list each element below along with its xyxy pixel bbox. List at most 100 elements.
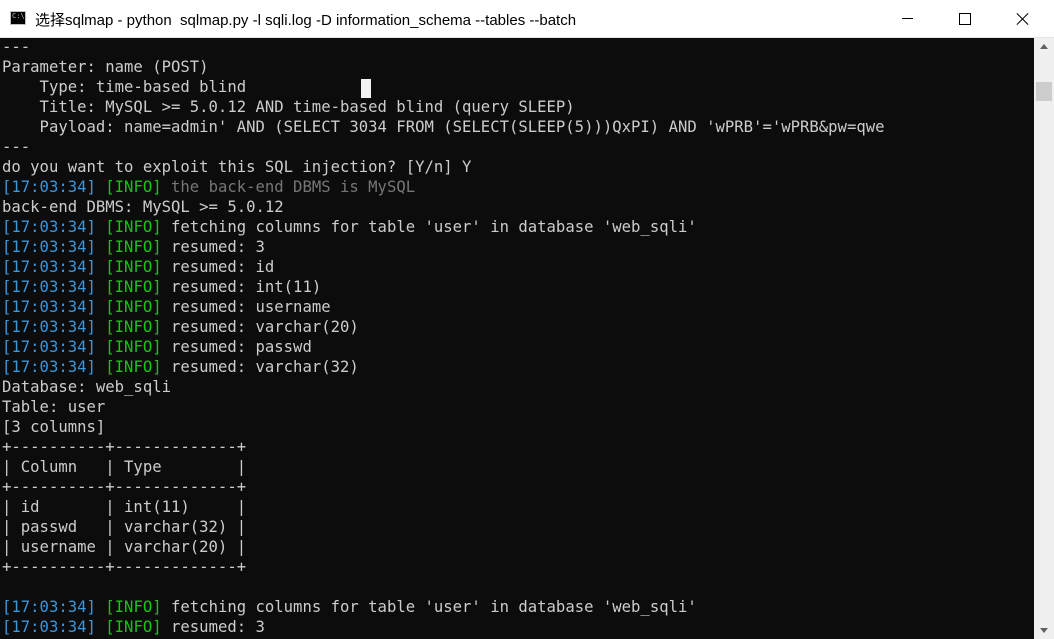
console-text: the back-end DBMS is MySQL (161, 178, 416, 196)
minimize-button[interactable] (879, 0, 936, 38)
console-icon-label: C:\. (12, 12, 29, 20)
log-level-tag: [INFO] (105, 318, 162, 336)
log-timestamp: [17:03:34] (2, 338, 96, 356)
console-line: Database: web_sqli (2, 377, 171, 397)
scrollbar-thumb[interactable] (1036, 82, 1052, 101)
log-timestamp: [17:03:34] (2, 178, 96, 196)
console-line: Title: MySQL >= 5.0.12 AND time-based bl… (2, 97, 575, 117)
title-bar[interactable]: C:\. 选择sqlmap - python sqlmap.py -l sqli… (0, 0, 1054, 38)
console-text: | id | int(11) | (2, 498, 247, 516)
console-text: resumed: varchar(20) (161, 318, 359, 336)
log-level-tag: [INFO] (105, 278, 162, 296)
console-text: resumed: 3 (161, 238, 265, 256)
console-text: +----------+-------------+ (2, 558, 247, 576)
console-line: +----------+-------------+ (2, 437, 246, 457)
arrow-down-icon (1040, 628, 1048, 633)
console-text: | username | varchar(20) | (2, 538, 247, 556)
console-text: | passwd | varchar(32) | (2, 518, 247, 536)
console-text: resumed: username (161, 298, 331, 316)
console-line: [17:03:34] [INFO] resumed: passwd (2, 337, 312, 357)
console-line: --- (2, 38, 30, 57)
log-level-tag: [INFO] (105, 178, 162, 196)
console-line: +----------+-------------+ (2, 557, 246, 577)
console-text: [3 columns] (2, 418, 106, 436)
log-timestamp: [17:03:34] (2, 278, 96, 296)
console-line: [17:03:34] [INFO] the back-end DBMS is M… (2, 177, 415, 197)
text-cursor (361, 79, 371, 98)
console-text: +----------+-------------+ (2, 438, 247, 456)
console-text: resumed: passwd (161, 338, 312, 356)
vertical-scrollbar[interactable] (1034, 38, 1054, 639)
log-level-tag: [INFO] (105, 358, 162, 376)
console-text: Type: time-based blind (2, 78, 247, 96)
minimize-icon (902, 18, 913, 19)
console-line: [17:03:34] [INFO] resumed: int(11) (2, 277, 321, 297)
console-icon[interactable]: C:\. (10, 11, 29, 25)
console-line: | passwd | varchar(32) | (2, 517, 246, 537)
console-line: [17:03:34] [INFO] resumed: username (2, 297, 331, 317)
console-line: +----------+-------------+ (2, 477, 246, 497)
log-level-tag: [INFO] (105, 298, 162, 316)
console-text: fetching columns for table 'user' in dat… (161, 598, 697, 616)
log-timestamp: [17:03:34] (2, 358, 96, 376)
console-text: +----------+-------------+ (2, 478, 247, 496)
console-text: resumed: varchar(32) (161, 358, 359, 376)
log-timestamp: [17:03:34] (2, 258, 96, 276)
log-level-tag: [INFO] (105, 218, 162, 236)
log-timestamp: [17:03:34] (2, 218, 96, 236)
console-line: [3 columns] (2, 417, 105, 437)
console-text: --- (2, 138, 31, 156)
console-text: Table: user (2, 398, 106, 416)
console-text: Payload: name=admin' AND (SELECT 3034 FR… (2, 118, 885, 136)
console-text: back-end DBMS: MySQL >= 5.0.12 (2, 198, 284, 216)
console-line: Payload: name=admin' AND (SELECT 3034 FR… (2, 117, 885, 137)
console-line: back-end DBMS: MySQL >= 5.0.12 (2, 197, 284, 217)
window-title: 选择sqlmap - python sqlmap.py -l sqli.log … (35, 12, 577, 29)
console-line: [17:03:34] [INFO] fetching columns for t… (2, 217, 697, 237)
maximize-button[interactable] (936, 0, 993, 38)
scroll-up-button[interactable] (1034, 38, 1054, 55)
close-icon (1016, 12, 1030, 26)
console-line: [17:03:34] [INFO] resumed: varchar(20) (2, 317, 359, 337)
console-text: | Column | Type | (2, 458, 247, 476)
console-output[interactable]: --- Parameter: name (POST) Type: time-bas… (0, 38, 1034, 639)
log-level-tag: [INFO] (105, 258, 162, 276)
log-level-tag: [INFO] (105, 598, 162, 616)
console-line: | Column | Type | (2, 457, 246, 477)
maximize-icon (959, 13, 971, 25)
console-line: Parameter: name (POST) (2, 57, 209, 77)
console-line: [17:03:34] [INFO] resumed: id (2, 257, 274, 277)
console-line: do you want to exploit this SQL injectio… (2, 157, 471, 177)
log-level-tag: [INFO] (105, 618, 162, 636)
log-level-tag: [INFO] (105, 338, 162, 356)
log-timestamp: [17:03:34] (2, 618, 96, 636)
console-text: --- (2, 38, 31, 56)
scroll-down-button[interactable] (1034, 622, 1054, 639)
console-line: | username | varchar(20) | (2, 537, 246, 557)
log-timestamp: [17:03:34] (2, 598, 96, 616)
console-text: do you want to exploit this SQL injectio… (2, 158, 472, 176)
log-timestamp: [17:03:34] (2, 318, 96, 336)
console-line: [17:03:34] [INFO] resumed: varchar(32) (2, 357, 359, 377)
arrow-up-icon (1040, 44, 1048, 49)
close-button[interactable] (994, 0, 1051, 38)
console-text: fetching columns for table 'user' in dat… (161, 218, 697, 236)
console-text: Database: web_sqli (2, 378, 171, 396)
console-line: [17:03:34] [INFO] fetching columns for t… (2, 597, 697, 617)
console-text: Title: MySQL >= 5.0.12 AND time-based bl… (2, 98, 575, 116)
log-timestamp: [17:03:34] (2, 238, 96, 256)
console-line: --- (2, 137, 30, 157)
console-line: | id | int(11) | (2, 497, 246, 517)
console-text: resumed: id (161, 258, 275, 276)
console-line: [17:03:34] [INFO] resumed: 3 (2, 237, 265, 257)
